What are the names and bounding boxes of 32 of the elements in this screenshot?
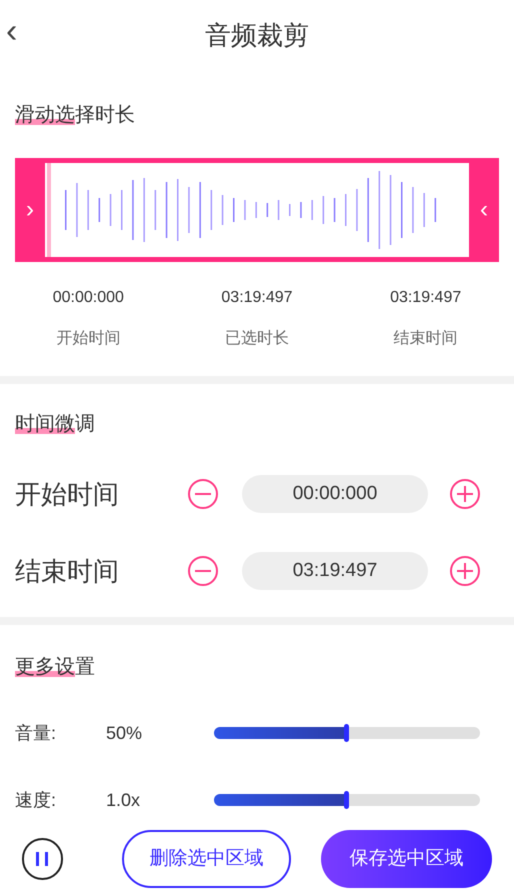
pause-button[interactable] — [22, 838, 63, 880]
time-value: 00:00:000 — [52, 288, 124, 308]
setting-value: 50% — [106, 722, 144, 744]
save-selection-button[interactable]: 保存选中区域 — [321, 830, 492, 888]
time-field[interactable]: 00:00:000 — [242, 475, 428, 513]
left-trim-handle[interactable]: › — [15, 158, 45, 262]
slider-track[interactable] — [214, 794, 480, 806]
setting-label: 音量: — [15, 722, 58, 744]
minus-button[interactable] — [188, 479, 218, 509]
time-label: 开始时间 — [15, 478, 120, 510]
plus-button[interactable] — [450, 556, 480, 586]
time-label: 结束时间 — [15, 554, 120, 588]
delete-selection-button[interactable]: 删除选中区域 — [122, 830, 292, 888]
time-label: 开始时间 — [56, 328, 120, 349]
plus-button[interactable] — [450, 479, 480, 509]
page-title: 音频裁剪 — [205, 18, 309, 52]
time-value: 03:19:497 — [390, 288, 462, 308]
back-button[interactable]: ‹ — [6, 14, 18, 48]
setting-value: 1.0x — [106, 788, 142, 812]
time-field[interactable]: 03:19:497 — [242, 552, 428, 590]
time-label: 结束时间 — [394, 328, 458, 349]
slider-track[interactable] — [214, 727, 480, 739]
section-title: 滑动选择时长 — [15, 103, 135, 128]
time-value: 03:19:497 — [221, 288, 293, 308]
slider-thumb[interactable] — [344, 791, 349, 809]
time-label: 已选时长 — [224, 328, 289, 349]
right-trim-handle[interactable]: ‹ — [469, 158, 499, 262]
section-title: 更多设置 — [15, 655, 95, 680]
setting-label: 速度: — [15, 788, 58, 812]
slider-thumb[interactable] — [344, 724, 349, 742]
minus-button[interactable] — [188, 556, 218, 586]
section-title: 时间微调 — [15, 412, 95, 437]
